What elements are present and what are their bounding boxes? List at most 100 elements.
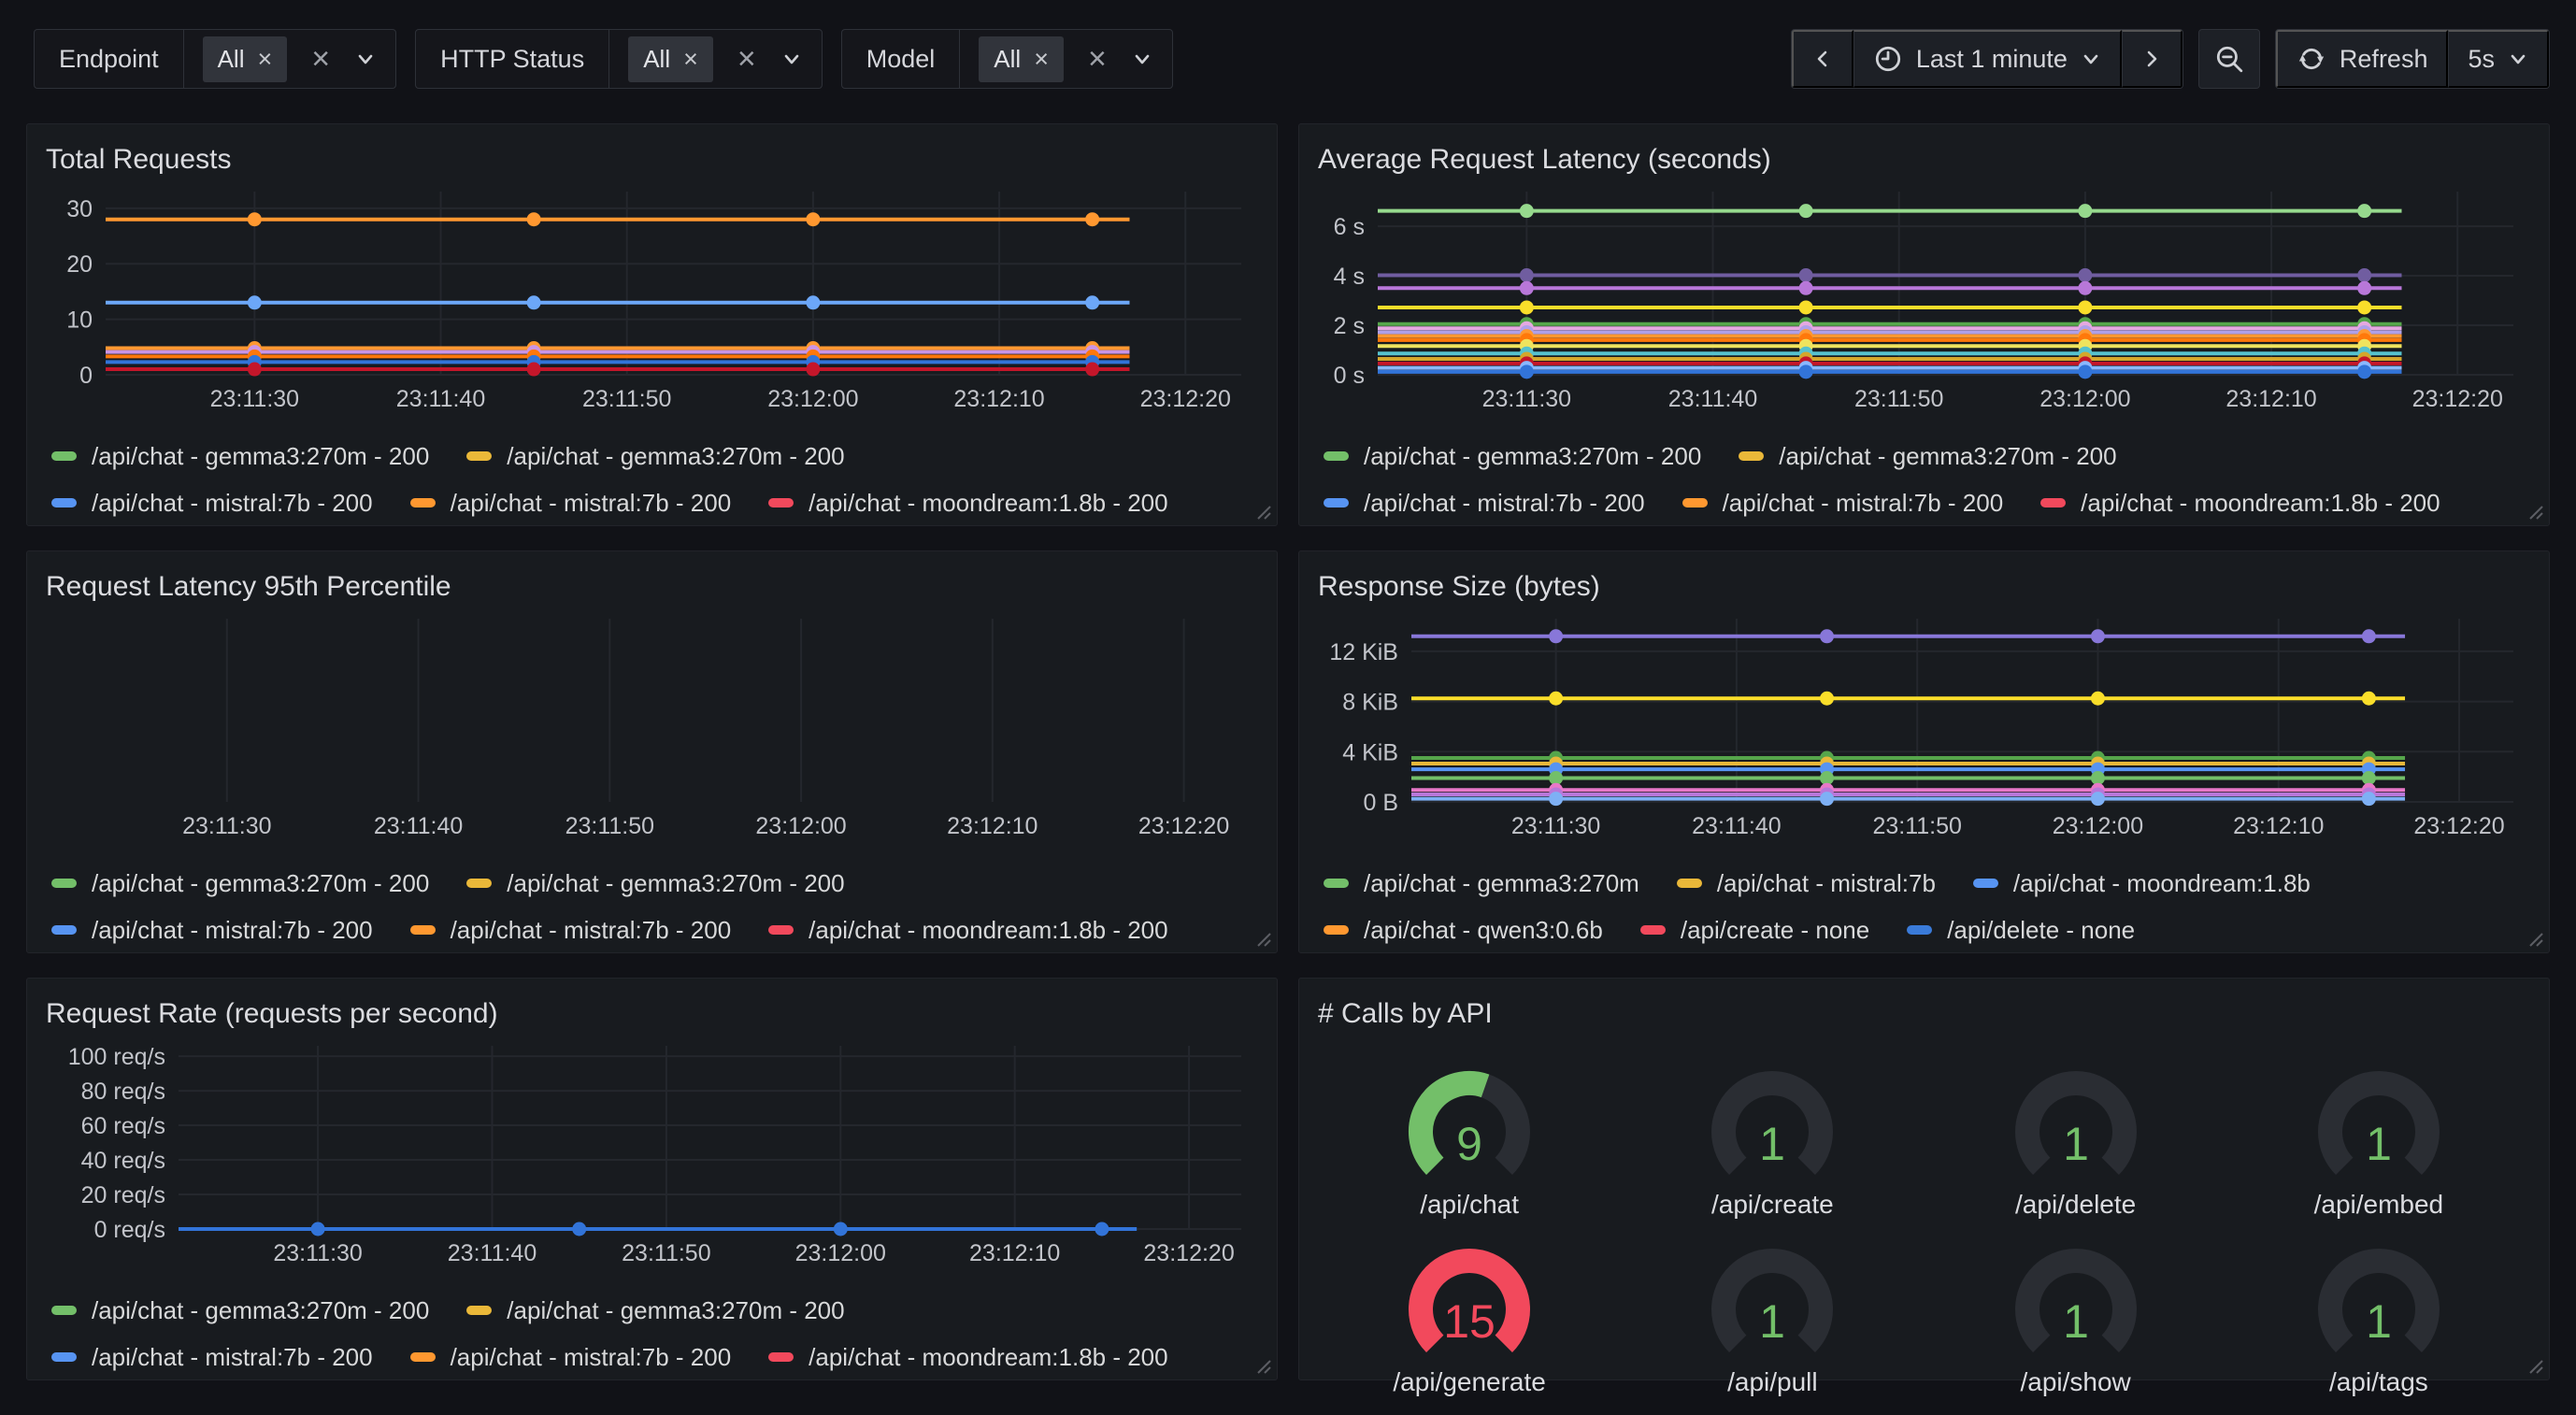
chevron-down-icon[interactable] <box>354 48 377 70</box>
filter-clear-icon[interactable]: × <box>737 43 756 75</box>
panel-resize-handle[interactable] <box>2527 504 2544 521</box>
filter-clear-icon[interactable]: × <box>1088 43 1107 75</box>
filter-model[interactable]: Model All × × <box>841 29 1173 89</box>
gauge-value: 9 <box>1456 1118 1482 1170</box>
legend-item[interactable]: /api/chat - mistral:7b - 200 <box>1682 489 2004 518</box>
panel-title[interactable]: # Calls by API <box>1318 993 2530 1035</box>
time-shift-back-button[interactable] <box>1792 30 1853 88</box>
gauge-api-tags: 1/api/tags <box>2227 1240 2530 1397</box>
chart-response-size[interactable]: 23:11:3023:11:4023:11:5023:12:0023:12:10… <box>1318 607 2530 841</box>
legend-item[interactable]: /api/chat - moondream:1.8b - 200 <box>2040 489 2440 518</box>
legend-item[interactable]: /api/chat - mistral:7b - 200 <box>1324 489 1645 518</box>
panel-title[interactable]: Average Request Latency (seconds) <box>1318 139 2530 180</box>
chart-plot-area[interactable]: 23:11:3023:11:4023:11:5023:12:0023:12:10… <box>1318 180 2530 414</box>
data-point <box>2357 204 2371 218</box>
chip-remove-icon[interactable]: × <box>1034 47 1049 72</box>
panel-resize-handle[interactable] <box>2527 1358 2544 1375</box>
data-point <box>2357 281 2371 295</box>
data-point <box>2091 771 2105 785</box>
time-range-picker-button[interactable]: Last 1 minute <box>1853 30 2122 88</box>
chart-plot-area[interactable]: 23:11:3023:11:4023:11:5023:12:0023:12:10… <box>46 180 1258 414</box>
time-shift-forward-button[interactable] <box>2122 30 2182 88</box>
legend-item[interactable]: /api/chat - mistral:7b - 200 <box>51 916 373 945</box>
panel-title[interactable]: Response Size (bytes) <box>1318 566 2530 607</box>
gauge-value: 1 <box>1759 1295 1785 1348</box>
zoom-out-time-button[interactable] <box>2198 29 2260 89</box>
panel-resize-handle[interactable] <box>1255 931 1272 948</box>
chart-request-latency-95th[interactable]: 23:11:3023:11:4023:11:5023:12:0023:12:10… <box>46 607 1258 841</box>
filter-clear-icon[interactable]: × <box>311 43 330 75</box>
legend-row: /api/chat - mistral:7b - 200/api/chat - … <box>51 908 1258 951</box>
chip-remove-icon[interactable]: × <box>258 47 273 72</box>
filter-chip[interactable]: All × <box>628 36 713 82</box>
legend-series-marker <box>768 925 794 935</box>
legend-item[interactable]: /api/chat - gemma3:270m - 200 <box>51 1296 429 1325</box>
legend-item[interactable]: /api/chat - mistral:7b - 200 <box>410 1343 732 1372</box>
legend-item[interactable]: /api/chat - mistral:7b - 200 <box>51 489 373 518</box>
legend-item[interactable]: /api/chat - gemma3:270m - 200 <box>1739 442 2116 471</box>
legend-item[interactable]: /api/chat - gemma3:270m - 200 <box>1324 442 1701 471</box>
gauge-api-chat: 9/api/chat <box>1318 1063 1621 1220</box>
legend-item[interactable]: /api/chat - mistral:7b <box>1677 869 1936 898</box>
legend-item[interactable]: /api/chat - moondream:1.8b - 200 <box>768 1343 1167 1372</box>
panel-title[interactable]: Request Rate (requests per second) <box>46 993 1258 1035</box>
legend-series-marker <box>466 1306 492 1315</box>
panel-resize-handle[interactable] <box>1255 504 1272 521</box>
x-axis-label: 23:12:20 <box>2412 386 2503 412</box>
gauge-value: 1 <box>2366 1118 2392 1170</box>
legend-series-marker <box>410 498 436 507</box>
panel-title[interactable]: Total Requests <box>46 139 1258 180</box>
legend-item[interactable]: /api/create - none <box>1640 916 1869 945</box>
legend-item[interactable]: /api/chat - moondream:1.8b - 200 <box>768 489 1167 518</box>
chart-total-requests[interactable]: 23:11:3023:11:4023:11:5023:12:0023:12:10… <box>46 180 1258 414</box>
legend-item[interactable]: /api/chat - gemma3:270m <box>1324 869 1639 898</box>
data-point <box>1085 212 1099 226</box>
y-axis-label: 0 s <box>1334 363 1365 389</box>
legend-series-label: /api/chat - moondream:1.8b - 200 <box>2081 489 2440 518</box>
panel-resize-handle[interactable] <box>2527 931 2544 948</box>
legend-item[interactable]: /api/chat - mistral:7b - 200 <box>51 1343 373 1372</box>
chevron-down-icon[interactable] <box>1131 48 1153 70</box>
x-axis-label: 23:11:40 <box>448 1240 537 1266</box>
x-axis-label: 23:12:00 <box>2039 386 2130 412</box>
data-point <box>1085 295 1099 309</box>
chip-remove-icon[interactable]: × <box>683 47 698 72</box>
legend-item[interactable]: /api/chat - gemma3:270m - 200 <box>466 1296 844 1325</box>
data-point <box>1820 771 1834 785</box>
chart-average-request-latency[interactable]: 23:11:3023:11:4023:11:5023:12:0023:12:10… <box>1318 180 2530 414</box>
legend-item[interactable]: /api/chat - gemma3:270m - 200 <box>466 869 844 898</box>
legend-series-marker <box>1324 925 1349 935</box>
legend-item[interactable]: /api/chat - moondream:1.8b <box>1973 869 2311 898</box>
filter-chip[interactable]: All × <box>203 36 288 82</box>
panel-title[interactable]: Request Latency 95th Percentile <box>46 566 1258 607</box>
data-point <box>1520 281 1534 295</box>
refresh-button[interactable]: Refresh <box>2276 30 2449 88</box>
legend-item[interactable]: /api/delete - none <box>1907 916 2135 945</box>
data-point <box>806 212 820 226</box>
chevron-down-icon[interactable] <box>780 48 803 70</box>
legend-series-marker <box>1682 498 1708 507</box>
data-point <box>1820 792 1834 806</box>
panel-calls-by-api: # Calls by API 9/api/chat1/api/create1/a… <box>1298 978 2550 1380</box>
legend-item[interactable]: /api/chat - qwen3:0.6b <box>1324 916 1603 945</box>
legend-item[interactable]: /api/chat - mistral:7b - 200 <box>410 916 732 945</box>
chart-plot-area[interactable]: 23:11:3023:11:4023:11:5023:12:0023:12:10… <box>46 1035 1258 1268</box>
chart-plot-area[interactable]: 23:11:3023:11:4023:11:5023:12:0023:12:10… <box>46 607 1258 841</box>
chart-request-rate[interactable]: 23:11:3023:11:4023:11:5023:12:0023:12:10… <box>46 1035 1258 1268</box>
legend-item[interactable]: /api/chat - mistral:7b - 200 <box>410 489 732 518</box>
legend-item[interactable]: /api/chat - gemma3:270m - 200 <box>466 442 844 471</box>
chart-plot-area[interactable]: 23:11:3023:11:4023:11:5023:12:0023:12:10… <box>1318 607 2530 841</box>
filter-chip-value: All <box>643 45 670 74</box>
chart-legend: /api/chat - gemma3:270m/api/chat - mistr… <box>1318 862 2530 951</box>
filter-endpoint[interactable]: Endpoint All × × <box>34 29 396 89</box>
refresh-interval-button[interactable]: 5s <box>2448 30 2549 88</box>
chevron-down-icon <box>2508 49 2528 69</box>
filter-chip[interactable]: All × <box>979 36 1064 82</box>
legend-item[interactable]: /api/chat - gemma3:270m - 200 <box>51 442 429 471</box>
chevron-down-icon <box>2081 49 2101 69</box>
panel-resize-handle[interactable] <box>1255 1358 1272 1375</box>
filter-http-status[interactable]: HTTP Status All × × <box>415 29 823 89</box>
legend-item[interactable]: /api/chat - moondream:1.8b - 200 <box>768 916 1167 945</box>
x-axis-label: 23:11:40 <box>1668 386 1757 412</box>
legend-item[interactable]: /api/chat - gemma3:270m - 200 <box>51 869 429 898</box>
